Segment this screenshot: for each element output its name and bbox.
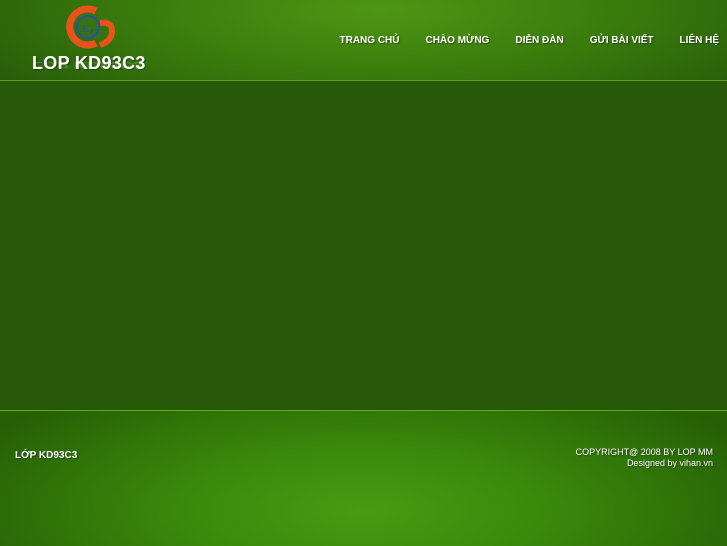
logo-graphic: L C: [66, 5, 116, 49]
copyright-text: COPYRIGHT@ 2008 BY LOP MM: [575, 447, 713, 457]
site-logo-icon[interactable]: L C: [60, 3, 118, 53]
nav-item-welcome[interactable]: CHÀO MỪNG: [412, 34, 502, 48]
svg-text:L: L: [82, 23, 89, 35]
main-content-area: [0, 81, 727, 410]
main-nav: TRANG CHỦ CHÀO MỪNG DIỄN ĐÀN GỬI BÀI VIẾ…: [326, 34, 719, 48]
site-footer: LỚP KD93C3 COPYRIGHT@ 2008 BY LOP MM Des…: [0, 410, 727, 546]
footer-site-name: LỚP KD93C3: [15, 450, 78, 461]
designer-credit[interactable]: Designed by vihan.vn: [576, 458, 713, 469]
nav-item-submit-post[interactable]: GỬI BÀI VIẾT: [577, 34, 667, 48]
nav-item-forum[interactable]: DIỄN ĐÀN: [502, 34, 576, 48]
site-title[interactable]: LOP KD93C3: [32, 53, 146, 74]
nav-item-home[interactable]: TRANG CHỦ: [326, 34, 412, 48]
svg-text:C: C: [90, 28, 97, 39]
site-header: L C LOP KD93C3 LOP KD93C3 TRANG CHỦ CHÀO…: [0, 0, 727, 81]
nav-item-contact[interactable]: LIÊN HỆ: [667, 34, 719, 48]
footer-credits: COPYRIGHT@ 2008 BY LOP MM Designed by vi…: [576, 447, 713, 469]
